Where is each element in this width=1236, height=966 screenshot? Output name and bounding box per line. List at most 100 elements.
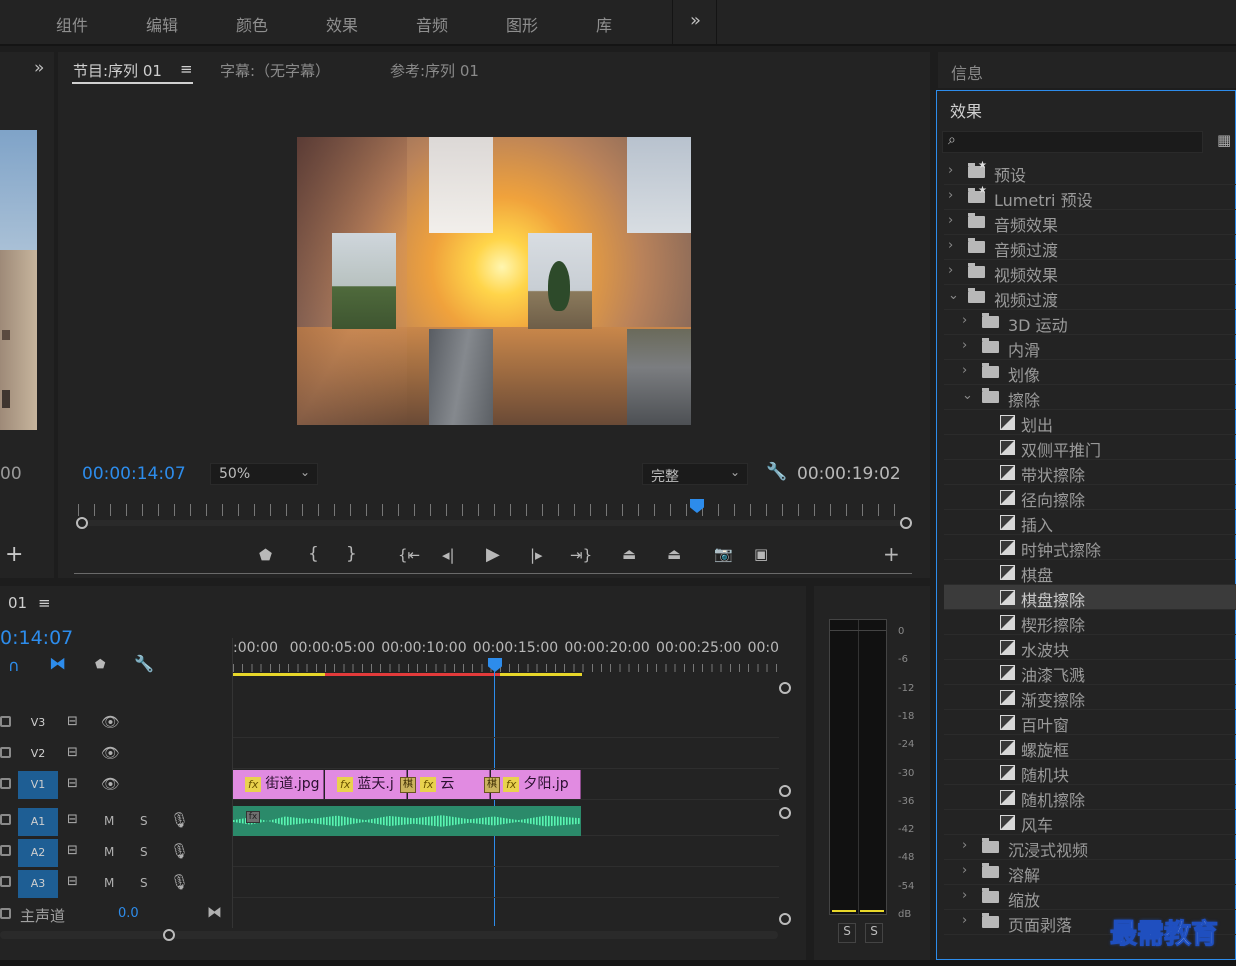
effects-tree-item[interactable]: 双侧平推门 <box>944 435 1236 460</box>
eye-icon[interactable]: 👁 <box>101 744 120 762</box>
track-target-v2[interactable]: V2 <box>18 740 58 768</box>
microphone-icon[interactable]: 🎙 <box>170 873 189 891</box>
workspace-tab-graphics[interactable]: 图形 <box>506 12 538 36</box>
chevron-right-icon[interactable]: › <box>948 213 953 228</box>
extract-icon[interactable]: ⏏ <box>667 545 681 563</box>
new-bin-icon[interactable]: ▦ <box>1217 131 1231 149</box>
video-track-lane[interactable] <box>233 739 779 769</box>
tab-captions[interactable]: 字幕:（无字幕） <box>220 60 330 81</box>
transition-checkerboard-wipe[interactable]: 棋 <box>400 777 416 793</box>
timeline-settings-icon[interactable]: 🔧 <box>134 654 154 673</box>
effects-tree-item[interactable]: 棋盘 <box>944 560 1236 585</box>
lock-icon[interactable] <box>0 908 11 919</box>
vertical-scroll-handle[interactable] <box>779 913 791 925</box>
workspace-tab-libraries[interactable]: 库 <box>596 12 612 36</box>
master-volume-value[interactable]: 0.0 <box>118 906 139 921</box>
go-to-in-icon[interactable]: {⇤ <box>398 546 420 564</box>
chevron-right-icon[interactable]: › <box>962 913 967 928</box>
chevron-right-icon[interactable]: › <box>948 238 953 253</box>
effects-tree-item[interactable]: › 缩放 <box>944 885 1236 910</box>
effects-tree-item[interactable]: › 溶解 <box>944 860 1236 885</box>
tab-reference-monitor[interactable]: 参考:序列 01 <box>390 60 479 81</box>
effects-tree-item[interactable]: › 音频过渡 <box>944 235 1236 260</box>
track-target-a1[interactable]: A1 <box>18 808 58 836</box>
microphone-icon[interactable]: 🎙 <box>170 811 189 829</box>
effects-tree-item[interactable]: 螺旋框 <box>944 735 1236 760</box>
sync-lock-icon[interactable]: ⊟ <box>67 776 78 791</box>
marker-icon[interactable]: ⬟ <box>259 546 272 564</box>
chevron-down-icon[interactable]: ⌄ <box>962 388 973 403</box>
add-marker-icon[interactable]: ⬟ <box>95 657 105 671</box>
effects-tree-item[interactable]: 随机块 <box>944 760 1236 785</box>
track-target-a2[interactable]: A2 <box>18 839 58 867</box>
program-mini-ruler[interactable] <box>78 504 906 516</box>
vertical-scroll-handle[interactable] <box>779 785 791 797</box>
video-clip[interactable]: fx 云 <box>408 770 490 799</box>
export-frame-icon[interactable]: 📷 <box>714 545 733 563</box>
effects-tree-item[interactable]: › 音频效果 <box>944 210 1236 235</box>
solo-right-button[interactable]: S <box>865 923 883 943</box>
go-to-edit-icon[interactable]: ⧓ <box>207 903 222 921</box>
track-target-a3[interactable]: A3 <box>18 870 58 898</box>
chevron-right-icon[interactable]: › <box>962 313 967 328</box>
effects-tree-item[interactable]: 时钟式擦除 <box>944 535 1236 560</box>
vertical-scroll-handle[interactable] <box>779 807 791 819</box>
chevron-right-icon[interactable]: › <box>962 838 967 853</box>
play-icon[interactable]: ▶ <box>486 544 500 565</box>
eye-icon[interactable]: 👁 <box>101 713 120 731</box>
effects-tree-item[interactable]: ⌄ 视频过渡 <box>944 285 1236 310</box>
effects-tree-item[interactable]: 划出 <box>944 410 1236 435</box>
video-clip[interactable]: fx 蓝天.j <box>325 770 407 799</box>
mute-button[interactable]: M <box>104 814 114 828</box>
playback-resolution-dropdown[interactable]: 完整 ⌄ <box>642 463 748 485</box>
effects-tree-item[interactable]: › ★ 预设 <box>944 160 1236 185</box>
solo-button[interactable]: S <box>140 876 148 890</box>
sync-lock-icon[interactable]: ⊟ <box>67 874 78 889</box>
panel-overflow-icon[interactable]: » <box>34 58 44 78</box>
effects-tree-item[interactable]: 带状擦除 <box>944 460 1236 485</box>
effects-tree-item[interactable]: 棋盘擦除 <box>944 585 1236 610</box>
zoom-level-dropdown[interactable]: 50% ⌄ <box>210 463 318 485</box>
mute-button[interactable]: M <box>104 845 114 859</box>
effects-tree-item[interactable]: › 内滑 <box>944 335 1236 360</box>
playhead-timecode[interactable]: 00:00:14:07 <box>82 464 186 484</box>
effects-tree-item[interactable]: 径向擦除 <box>944 485 1236 510</box>
tab-program-monitor[interactable]: 节目:序列 01 <box>73 60 162 81</box>
workspace-tab-audio[interactable]: 音频 <box>416 12 448 36</box>
mute-button[interactable]: M <box>104 876 114 890</box>
add-button-icon[interactable]: + <box>883 542 900 566</box>
step-forward-icon[interactable]: |▸ <box>530 546 543 564</box>
chevron-right-icon[interactable]: › <box>962 338 967 353</box>
effects-tree-item[interactable]: › ★ Lumetri 预设 <box>944 185 1236 210</box>
video-track-lane[interactable] <box>233 708 779 738</box>
timeline-timecode[interactable]: 0:14:07 <box>0 627 73 649</box>
solo-button[interactable]: S <box>140 845 148 859</box>
effects-tree-item[interactable]: 渐变擦除 <box>944 685 1236 710</box>
lift-icon[interactable]: ⏏ <box>622 545 636 563</box>
tab-info[interactable]: 信息 <box>951 60 983 84</box>
solo-button[interactable]: S <box>140 814 148 828</box>
video-clip[interactable]: fx 夕阳.jp <box>491 770 581 799</box>
sync-lock-icon[interactable]: ⊟ <box>67 812 78 827</box>
chevron-right-icon[interactable]: › <box>948 163 953 178</box>
effects-tree-item[interactable]: 风车 <box>944 810 1236 835</box>
zoom-bar-right-handle[interactable] <box>900 517 912 529</box>
lock-icon[interactable] <box>0 778 11 789</box>
track-target-v3[interactable]: V3 <box>18 709 58 737</box>
go-to-out-icon[interactable]: ⇥} <box>570 546 592 564</box>
effects-search-input[interactable]: ⌕ <box>942 131 1203 153</box>
mark-out-icon[interactable]: } <box>346 544 357 564</box>
chevron-down-icon[interactable]: ⌄ <box>948 288 959 303</box>
effects-tree-item[interactable]: › 视频效果 <box>944 260 1236 285</box>
lock-icon[interactable] <box>0 876 11 887</box>
time-ruler[interactable]: :00:00 00:00:05:00 00:00:10:00 00:00:15:00 0… <box>233 638 779 678</box>
effects-tree-item[interactable]: › 沉浸式视频 <box>944 835 1236 860</box>
effects-tree-item[interactable]: 水波块 <box>944 635 1236 660</box>
effects-tree-item[interactable]: › 划像 <box>944 360 1236 385</box>
chevron-right-icon[interactable]: › <box>962 888 967 903</box>
chevron-right-icon[interactable]: › <box>962 363 967 378</box>
workspace-tab-effects[interactable]: 效果 <box>326 12 358 36</box>
vertical-scroll-handle[interactable] <box>779 682 791 694</box>
sync-lock-icon[interactable]: ⊟ <box>67 745 78 760</box>
audio-track-lane[interactable] <box>233 868 779 898</box>
